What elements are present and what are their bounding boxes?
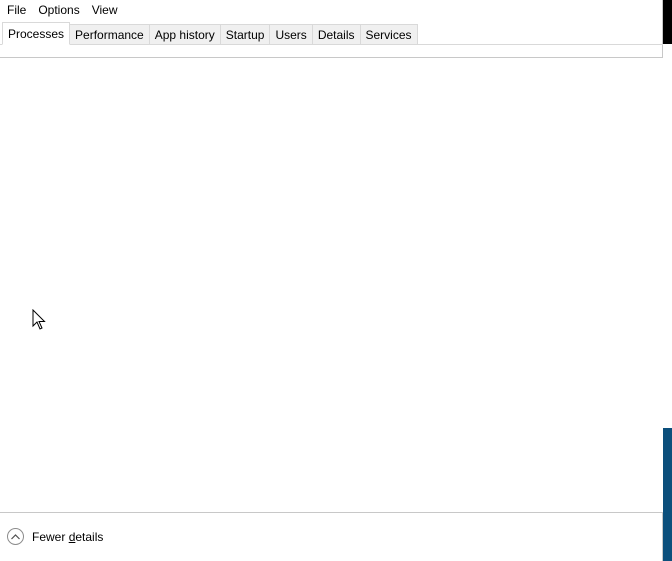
chevron-up-icon — [7, 528, 24, 545]
tab-app-history[interactable]: App history — [149, 24, 221, 45]
process-list-empty — [0, 58, 663, 512]
mouse-pointer-icon — [32, 309, 46, 330]
menu-bar: File Options View — [0, 0, 663, 20]
tab-services[interactable]: Services — [360, 24, 418, 45]
process-list-area[interactable] — [0, 57, 663, 512]
fewer-details-label: Fewer details — [32, 530, 103, 544]
fewer-details-label-pre: Fewer — [32, 529, 69, 544]
fewer-details-button[interactable]: Fewer details — [7, 528, 103, 545]
menu-file[interactable]: File — [1, 0, 32, 20]
footer-bar: Fewer details — [0, 512, 663, 561]
menu-options[interactable]: Options — [32, 0, 85, 20]
tab-processes[interactable]: Processes — [2, 22, 71, 45]
tab-startup[interactable]: Startup — [220, 24, 271, 45]
tab-users[interactable]: Users — [270, 24, 313, 45]
tab-strip: Processes Performance App history Startu… — [0, 22, 663, 45]
tab-details[interactable]: Details — [312, 24, 361, 45]
desktop-edge-dark — [663, 0, 672, 44]
tab-performance[interactable]: Performance — [70, 24, 150, 45]
fewer-details-label-post: etails — [75, 529, 104, 544]
desktop-edge-blue — [663, 428, 672, 561]
desktop-edge — [663, 0, 672, 561]
menu-view[interactable]: View — [86, 0, 124, 20]
task-manager-window: File Options View Processes Performance … — [0, 0, 663, 561]
tabs: Processes Performance App history Startu… — [2, 22, 418, 45]
